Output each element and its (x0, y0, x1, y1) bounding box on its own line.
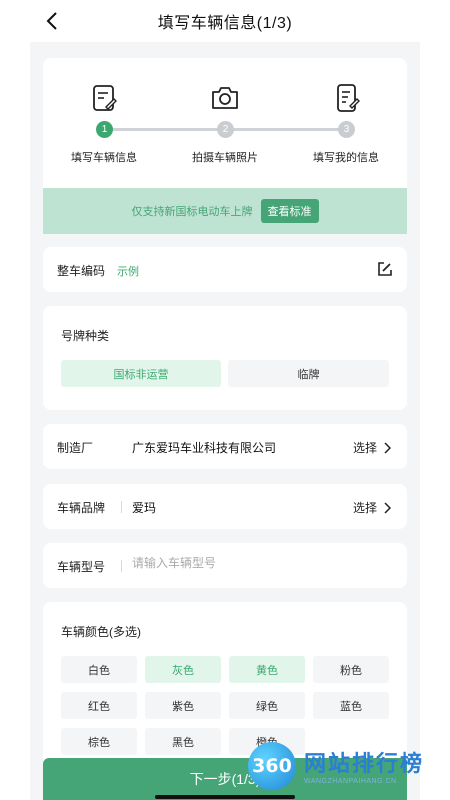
manufacturer-select-button[interactable]: 选择 (353, 439, 391, 456)
brand-row[interactable]: 车辆品牌 爱玛 选择 (43, 484, 407, 529)
camera-icon (212, 87, 238, 109)
edit-icon[interactable] (377, 261, 393, 277)
field-divider (121, 501, 122, 513)
manufacturer-row[interactable]: 制造厂 广东爱玛车业科技有限公司 选择 (43, 424, 407, 469)
site-watermark: 360 网站排行榜 WANGZHANPAIHANG.CN (248, 740, 448, 798)
watermark-logo: 360 (248, 742, 296, 790)
step-connector (105, 128, 225, 131)
step-connector (225, 128, 347, 131)
vin-example-link[interactable]: 示例 (117, 263, 139, 279)
plate-option-temporary[interactable]: 临牌 (228, 360, 389, 387)
view-standard-button[interactable]: 查看标准 (260, 199, 319, 223)
step-label-3: 填写我的信息 (313, 152, 379, 164)
color-option-pink[interactable]: 粉色 (313, 656, 389, 683)
brand-select-button[interactable]: 选择 (353, 499, 391, 516)
field-divider (121, 560, 122, 572)
notice-bar: 仅支持新国标电动车上牌 查看标准 (43, 188, 407, 234)
phone-edit-icon (337, 84, 360, 112)
color-option-gray[interactable]: 灰色 (145, 656, 221, 683)
color-option-brown[interactable]: 棕色 (61, 728, 137, 755)
model-input[interactable] (132, 556, 372, 570)
step-dot-2: 2 (217, 121, 234, 138)
vin-row[interactable]: 整车编码 示例 (43, 247, 407, 292)
color-option-purple[interactable]: 紫色 (145, 692, 221, 719)
plate-type-title: 号牌种类 (61, 329, 110, 343)
notice-text: 仅支持新国标电动车上牌 (131, 206, 253, 218)
color-title: 车辆颜色(多选) (61, 625, 141, 639)
step-label-2: 拍摄车辆照片 (192, 152, 258, 164)
chevron-right-icon (384, 501, 391, 514)
manufacturer-label: 制造厂 (57, 441, 94, 455)
chevron-left-icon (46, 12, 57, 30)
brand-value: 爱玛 (132, 501, 157, 515)
color-option-white[interactable]: 白色 (61, 656, 137, 683)
step-dot-1: 1 (96, 121, 113, 138)
page-title: 填写车辆信息(1/3) (157, 15, 293, 32)
plate-type-section: 号牌种类 国标非运营 临牌 (43, 306, 407, 410)
step-dot-3: 3 (338, 121, 355, 138)
color-option-black[interactable]: 黑色 (145, 728, 221, 755)
nav-header: 填写车辆信息(1/3) (0, 0, 450, 42)
watermark-domain: WANGZHANPAIHANG.CN (304, 778, 397, 785)
watermark-name: 网站排行榜 (304, 751, 425, 776)
color-option-blue[interactable]: 蓝色 (313, 692, 389, 719)
select-label: 选择 (352, 441, 377, 455)
model-row: 车辆型号 (43, 543, 407, 588)
color-option-green[interactable]: 绿色 (229, 692, 305, 719)
step-label-1: 填写车辆信息 (71, 152, 137, 164)
color-option-red[interactable]: 红色 (61, 692, 137, 719)
brand-label: 车辆品牌 (57, 501, 106, 515)
vin-label: 整车编码 (57, 264, 106, 278)
model-label: 车辆型号 (57, 560, 106, 574)
plate-option-national[interactable]: 国标非运营 (61, 360, 221, 387)
stepper-card: 1 2 3 填写车辆信息 拍摄车辆照片 填写我的信息 (43, 58, 407, 188)
color-option-yellow[interactable]: 黄色 (229, 656, 305, 683)
chevron-right-icon (384, 441, 391, 454)
manufacturer-value: 广东爱玛车业科技有限公司 (132, 441, 277, 455)
back-button[interactable] (40, 8, 64, 34)
select-label: 选择 (352, 501, 377, 515)
form-edit-icon (93, 85, 117, 111)
